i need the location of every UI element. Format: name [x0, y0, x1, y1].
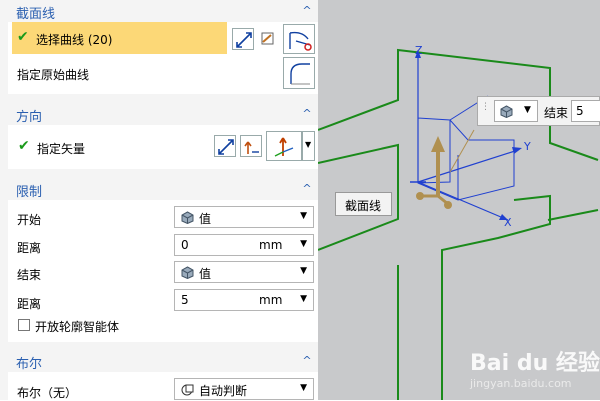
section-curve-icon [289, 31, 312, 51]
section-curve-right [547, 209, 599, 221]
cube-icon [181, 211, 194, 224]
start-select[interactable]: 值 ▼ [174, 206, 314, 228]
vector-label: 指定矢量 [37, 142, 86, 156]
chevron-down-icon: ▼ [300, 266, 307, 276]
watermark-url: jingyan.baidu.com [470, 377, 572, 390]
select-curve-label: 选择曲线 (20) [36, 33, 113, 47]
boolean-label: 布尔（无） [17, 386, 78, 400]
curve-select-button[interactable] [283, 24, 315, 54]
distance1-unit: mm [259, 238, 283, 252]
end-type-select[interactable]: ▼ [494, 100, 538, 122]
reverse-arrows-icon [218, 139, 234, 155]
reverse-arrows-icon [236, 32, 252, 48]
boolean-select-value: 自动判断 [199, 384, 248, 398]
chevron-down-icon[interactable]: ▼ [300, 239, 307, 249]
section-curve-tag-text: 截面线 [345, 199, 382, 213]
end-select[interactable]: 值 ▼ [174, 261, 314, 283]
end-label: 结束 [17, 268, 42, 282]
distance2-input[interactable]: 5 mm ▼ [174, 289, 314, 311]
chevron-down-icon[interactable]: ▼ [300, 294, 307, 304]
chevron-up-icon[interactable]: ^ [296, 178, 318, 200]
select-curve-row[interactable]: ✔ 选择曲线 (20) [12, 22, 227, 54]
end-handle-input[interactable]: 5 [571, 100, 600, 122]
chevron-up-icon[interactable]: ^ [296, 0, 318, 22]
vector-constructor-icon [244, 141, 259, 154]
sketch-section-button[interactable] [257, 28, 279, 50]
reverse-vector-button[interactable] [214, 135, 236, 157]
axis-x-label: X [504, 216, 512, 229]
cube-icon [181, 266, 194, 279]
section-header-curve[interactable]: 截面线 ^ [0, 0, 318, 22]
chevron-down-icon: ▼ [300, 383, 307, 393]
axis-vector-icon [274, 137, 294, 157]
cube-icon [500, 105, 513, 118]
distance1-value: 0 [181, 238, 189, 252]
section-title-limits: 限制 [16, 185, 43, 200]
distance2-unit: mm [259, 293, 283, 307]
chevron-down-icon: ▼ [305, 140, 312, 149]
end-handle-label: 结束 [544, 106, 569, 120]
chevron-up-icon[interactable]: ^ [296, 350, 318, 372]
distance2-value: 5 [181, 293, 189, 307]
curve-icon [290, 63, 310, 85]
chevron-down-icon: ▼ [524, 105, 531, 115]
chevron-down-icon: ▼ [300, 211, 307, 221]
distance2-label: 距离 [17, 297, 42, 311]
vector-type-button[interactable] [266, 131, 302, 161]
section-header-boolean[interactable]: 布尔 ^ [0, 350, 318, 372]
axis-y-label: Y [524, 140, 531, 153]
origin-curve-button[interactable] [283, 57, 315, 89]
distance1-input[interactable]: 0 mm ▼ [174, 234, 314, 256]
distance1-label: 距离 [17, 241, 42, 255]
auto-infer-icon [181, 384, 194, 396]
axis-z-label: Z [415, 44, 423, 57]
watermark: Bai du 经验 jingyan.baidu.com [470, 345, 600, 390]
section-title-boolean: 布尔 [16, 357, 43, 372]
vector-dialog-button[interactable] [240, 135, 262, 157]
section-title-direction: 方向 [16, 110, 43, 125]
end-handle-value: 5 [576, 104, 584, 118]
section-header-limits[interactable]: 限制 ^ [0, 178, 318, 200]
grip-icon[interactable]: ⋮ [481, 102, 490, 112]
section-curve-tag[interactable]: 截面线 [335, 192, 392, 216]
section-title-curve: 截面线 [16, 7, 56, 22]
start-select-value: 值 [199, 212, 212, 226]
watermark-brand: Bai du 经验 [470, 351, 600, 376]
reverse-direction-button[interactable] [232, 28, 254, 50]
check-icon: ✔ [17, 29, 29, 45]
open-profile-label: 开放轮廓智能体 [35, 320, 120, 334]
origin-curve-label: 指定原始曲线 [17, 68, 90, 82]
sketch-icon [261, 32, 274, 45]
section-header-direction[interactable]: 方向 ^ [0, 103, 318, 125]
boolean-select[interactable]: 自动判断 ▼ [174, 378, 314, 400]
end-select-value: 值 [199, 267, 212, 281]
end-limit-handle-toolbar[interactable]: ⋮ ▼ 结束 5 [477, 96, 600, 126]
extrude-dialog-panel: 截面线 ^ ✔ 选择曲线 (20) 指定原始曲线 方向 ^ ✔ 指定矢量 ▼ 限… [0, 0, 318, 400]
vector-type-dropdown[interactable]: ▼ [302, 131, 315, 161]
open-profile-checkbox[interactable] [18, 319, 30, 331]
check-icon: ✔ [18, 138, 30, 154]
chevron-up-icon[interactable]: ^ [296, 103, 318, 125]
start-label: 开始 [17, 213, 42, 227]
